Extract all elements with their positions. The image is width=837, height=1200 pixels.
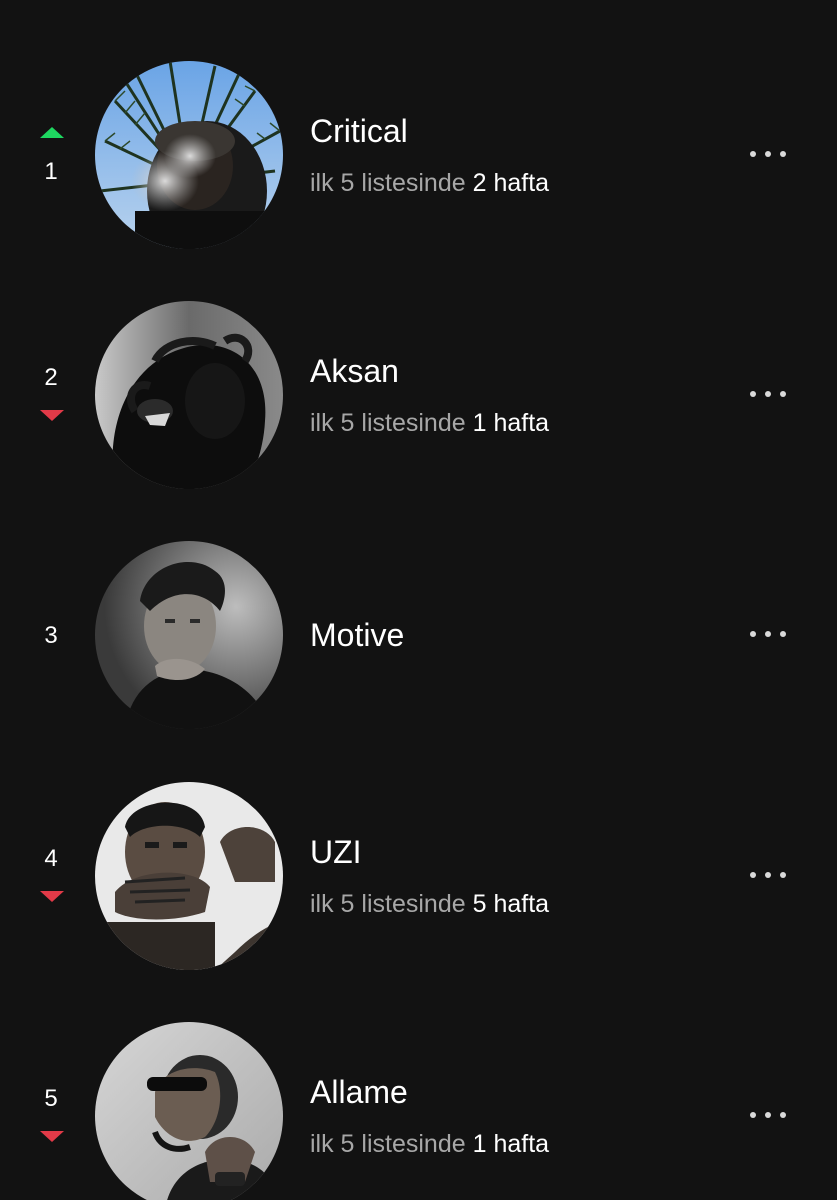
subtitle-prefix: ilk 5 listesinde [310, 890, 466, 918]
rank-indicator: 3 [22, 540, 80, 730]
rank-indicator: 2 [22, 300, 80, 490]
subtitle-prefix: ilk 5 listesinde [310, 169, 466, 197]
rank-indicator: 4 [22, 781, 80, 971]
trend-down-icon [40, 410, 64, 421]
avatar[interactable] [95, 541, 283, 729]
list-item[interactable]: 1 Critical ilk 5 listesinde 2 hafta [0, 60, 837, 250]
item-title[interactable]: Critical [310, 112, 408, 150]
more-options-icon[interactable] [744, 382, 792, 406]
subtitle-prefix: ilk 5 listesinde [310, 1130, 466, 1158]
rank-number: 1 [44, 158, 58, 185]
rank-indicator: 5 [22, 1021, 80, 1200]
weeks-value: 2 hafta [472, 169, 550, 197]
trend-down-icon [40, 891, 64, 902]
item-title[interactable]: Aksan [310, 352, 399, 390]
list-item[interactable]: 2 Aksan ilk 5 listesinde 1 hafta [0, 300, 837, 490]
list-item[interactable]: 4 UZI ilk 5 listesinde 5 hafta [0, 781, 837, 971]
item-title[interactable]: Allame [310, 1073, 408, 1111]
list-item[interactable]: 3 Motive [0, 540, 837, 730]
rank-indicator: 1 [22, 60, 80, 250]
weeks-value: 1 hafta [472, 1130, 550, 1158]
weeks-value: 1 hafta [472, 409, 550, 437]
more-options-icon[interactable] [744, 1103, 792, 1127]
more-options-icon[interactable] [744, 142, 792, 166]
item-subtitle: ilk 5 listesinde 1 hafta [310, 408, 549, 438]
rank-number: 4 [44, 845, 58, 872]
item-subtitle: ilk 5 listesinde 5 hafta [310, 889, 549, 919]
avatar[interactable] [95, 1022, 283, 1200]
item-subtitle: ilk 5 listesinde 1 hafta [310, 1129, 549, 1159]
chart-list: 1 Critical ilk 5 listesinde 2 hafta 2 Ak… [0, 0, 837, 1200]
rank-number: 5 [44, 1085, 58, 1112]
list-item[interactable]: 5 Allame ilk 5 listesinde 1 hafta [0, 1021, 837, 1200]
rank-number: 3 [44, 622, 58, 649]
trend-down-icon [40, 1131, 64, 1142]
item-subtitle: ilk 5 listesinde 2 hafta [310, 168, 549, 198]
rank-number: 2 [44, 364, 58, 391]
item-title[interactable]: Motive [310, 616, 404, 654]
more-options-icon[interactable] [744, 622, 792, 646]
subtitle-prefix: ilk 5 listesinde [310, 409, 466, 437]
trend-up-icon [40, 127, 64, 138]
avatar[interactable] [95, 301, 283, 489]
avatar[interactable] [95, 61, 283, 249]
weeks-value: 5 hafta [472, 890, 550, 918]
avatar[interactable] [95, 782, 283, 970]
more-options-icon[interactable] [744, 863, 792, 887]
item-title[interactable]: UZI [310, 833, 362, 871]
